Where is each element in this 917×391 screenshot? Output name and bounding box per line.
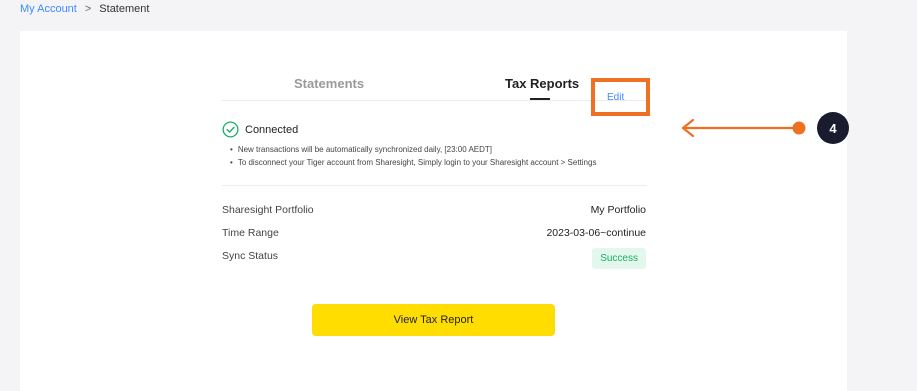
step-number-badge: 4 [817, 112, 849, 144]
callout-arrow-icon [681, 118, 806, 138]
